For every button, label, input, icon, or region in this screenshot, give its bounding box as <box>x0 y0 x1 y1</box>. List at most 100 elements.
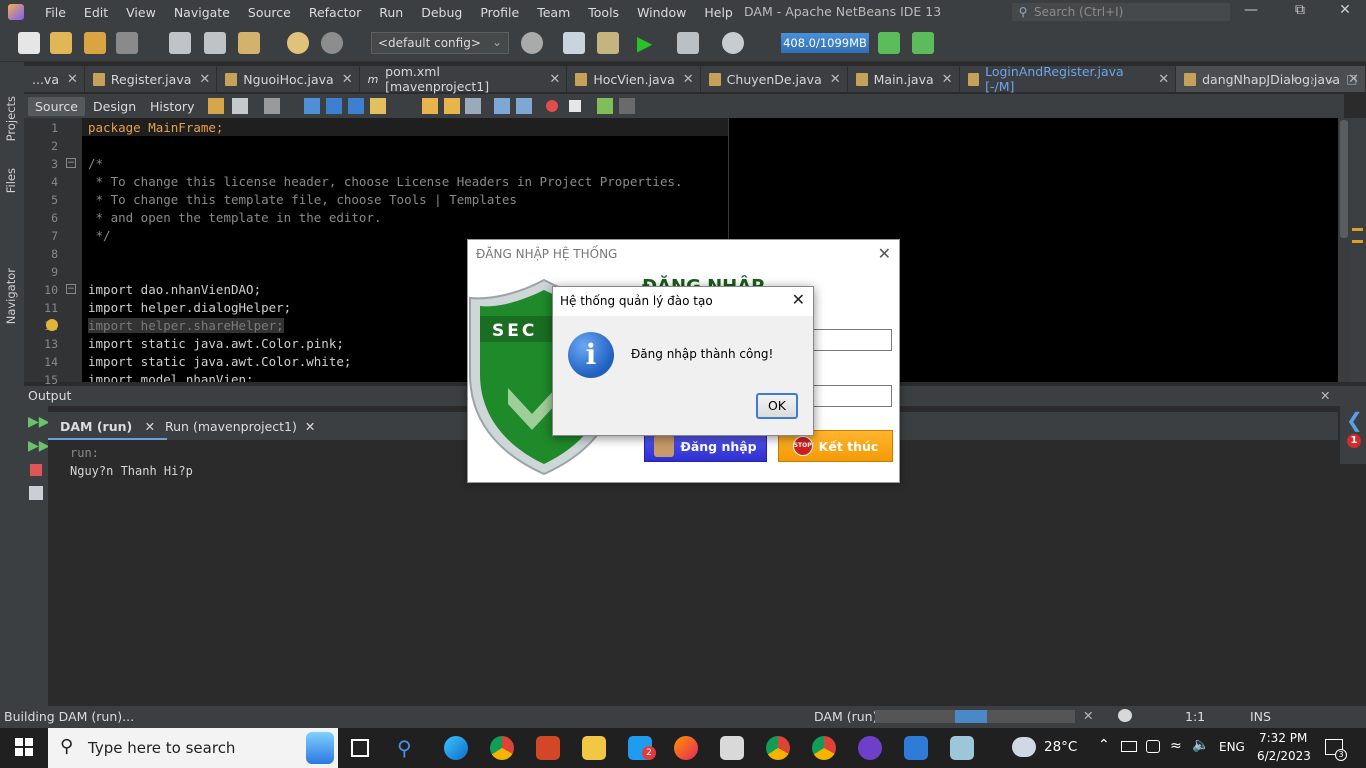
meet-icon[interactable] <box>1146 740 1160 753</box>
chevron-down-icon[interactable]: ⌄ <box>1326 72 1336 86</box>
debug-icon[interactable] <box>677 32 699 54</box>
search-app-icon[interactable]: ⚲ <box>397 736 421 760</box>
paste-icon[interactable] <box>238 32 260 54</box>
find-prev-icon[interactable] <box>326 98 342 114</box>
chevron-left-icon[interactable]: ❮ <box>1346 408 1363 432</box>
rerun-icon[interactable]: ▶▶ <box>28 414 50 430</box>
menu-team[interactable]: Team <box>528 5 579 20</box>
tab-run-mavenproject1[interactable]: Run (mavenproject1) ✕ <box>153 412 327 440</box>
close-icon[interactable]: ✕ <box>1320 388 1330 403</box>
menu-source[interactable]: Source <box>239 5 300 20</box>
menu-debug[interactable]: Debug <box>412 5 471 20</box>
fold-icon[interactable]: − <box>66 158 76 168</box>
menu-tools[interactable]: Tools <box>579 5 628 20</box>
copy-icon[interactable] <box>204 32 226 54</box>
last-edit-icon[interactable] <box>208 98 224 114</box>
menu-view[interactable]: View <box>117 5 165 20</box>
chevron-right-icon[interactable]: › <box>1310 72 1315 86</box>
ide-search-input[interactable]: ⚲ Search (Ctrl+I) <box>1012 3 1230 21</box>
menu-run[interactable]: Run <box>370 5 412 20</box>
tab-register[interactable]: Register.java ✕ <box>85 66 218 92</box>
tab-main[interactable]: Main.java ✕ <box>848 66 960 92</box>
close-icon[interactable]: ✕ <box>792 290 805 309</box>
battery-icon[interactable] <box>1121 741 1137 752</box>
tab-nguoihoc[interactable]: NguoiHoc.java ✕ <box>217 66 360 92</box>
tab-loginandregister[interactable]: LoginAndRegister.java [-/M] ✕ <box>960 64 1177 94</box>
close-icon[interactable]: ✕ <box>878 244 891 263</box>
warning-mark[interactable] <box>1352 228 1363 231</box>
redo-icon[interactable] <box>321 32 343 54</box>
close-icon[interactable]: ✕ <box>1158 72 1169 87</box>
volume-icon[interactable]: 🔈 <box>1192 737 1209 753</box>
gc-icon[interactable] <box>878 32 900 54</box>
chevron-up-icon[interactable]: ⌃ <box>1098 737 1110 753</box>
menu-refactor[interactable]: Refactor <box>300 5 370 20</box>
shift-right-icon[interactable] <box>516 98 532 114</box>
new-project-icon[interactable] <box>50 32 72 54</box>
toggle-highlight-icon[interactable] <box>370 98 386 114</box>
close-icon[interactable]: ✕ <box>305 419 315 434</box>
firefox-icon[interactable] <box>674 736 698 760</box>
new-file-icon[interactable] <box>18 32 40 54</box>
close-icon[interactable]: ✕ <box>342 72 353 87</box>
close-window-button[interactable]: ✕ <box>1330 2 1360 22</box>
maximize-icon[interactable]: □ <box>1346 72 1357 86</box>
open-project-icon[interactable] <box>84 32 106 54</box>
tab-chuyende[interactable]: ChuyenDe.java ✕ <box>701 66 848 92</box>
task-view-icon[interactable] <box>351 739 369 757</box>
notification-panel[interactable]: ❮ 1 <box>1340 402 1366 464</box>
menu-file[interactable]: File <box>36 5 75 20</box>
find-next-icon[interactable] <box>348 98 364 114</box>
language-indicator[interactable]: ENG <box>1219 740 1245 754</box>
source-view-button[interactable]: Source <box>28 97 85 116</box>
next-bookmark-icon[interactable] <box>444 98 460 114</box>
forward-icon[interactable] <box>264 98 280 114</box>
navigator-tab[interactable]: Navigator <box>4 268 18 324</box>
edge-icon[interactable] <box>444 736 468 760</box>
chrome-icon[interactable] <box>490 736 514 760</box>
file-explorer-icon[interactable] <box>582 736 606 760</box>
tab-pom[interactable]: m pom.xml [mavenproject1] ✕ <box>360 64 568 94</box>
comment-icon[interactable] <box>597 98 613 114</box>
tab-hocvien[interactable]: HocVien.java ✕ <box>567 66 701 92</box>
save-all-icon[interactable] <box>116 32 138 54</box>
weather-temp[interactable]: 28°C <box>1044 739 1077 755</box>
find-icon[interactable] <box>304 98 320 114</box>
menu-navigate[interactable]: Navigate <box>165 5 239 20</box>
toggle-bookmark-icon[interactable] <box>465 98 481 114</box>
restore-button[interactable]: ⧉ <box>1285 2 1315 22</box>
windows-start-icon[interactable] <box>15 738 33 756</box>
profile-icon[interactable] <box>722 32 744 54</box>
close-icon[interactable]: ✕ <box>549 72 560 87</box>
undo-icon[interactable] <box>287 32 309 54</box>
tab-file-truncated[interactable]: ...va ✕ <box>24 66 85 92</box>
back-icon[interactable] <box>232 98 248 114</box>
notepad-icon[interactable] <box>950 736 974 760</box>
design-view-button[interactable]: Design <box>86 97 143 116</box>
github-icon[interactable] <box>858 736 882 760</box>
history-view-button[interactable]: History <box>143 97 201 116</box>
menu-help[interactable]: Help <box>695 5 742 20</box>
close-icon[interactable]: ✕ <box>199 72 210 87</box>
chrome-profile-2-icon[interactable] <box>812 736 836 760</box>
menu-window[interactable]: Window <box>628 5 695 20</box>
clean-build-icon[interactable] <box>597 32 619 54</box>
fold-icon[interactable]: − <box>66 284 76 294</box>
profile-gc-icon[interactable] <box>912 32 934 54</box>
scrollbar-thumb[interactable] <box>1340 120 1348 238</box>
powerpoint-icon[interactable] <box>536 736 560 760</box>
stop-icon[interactable] <box>30 464 42 476</box>
menu-edit[interactable]: Edit <box>75 5 117 20</box>
tab-dam-run[interactable]: DAM (run) ✕ <box>48 412 168 440</box>
config-select[interactable]: <default config> ⌄ <box>371 32 509 54</box>
cancel-task-icon[interactable]: ✕ <box>1083 708 1093 723</box>
close-icon[interactable]: ✕ <box>830 72 841 87</box>
shift-left-icon[interactable] <box>494 98 510 114</box>
cut-icon[interactable] <box>169 32 191 54</box>
browser-icon[interactable] <box>521 32 543 54</box>
clock-time[interactable]: 7:32 PM <box>1259 731 1307 745</box>
settings-icon[interactable] <box>29 486 43 500</box>
menu-profile[interactable]: Profile <box>471 5 528 20</box>
build-icon[interactable] <box>563 32 585 54</box>
clock-date[interactable]: 6/2/2023 <box>1257 749 1311 763</box>
